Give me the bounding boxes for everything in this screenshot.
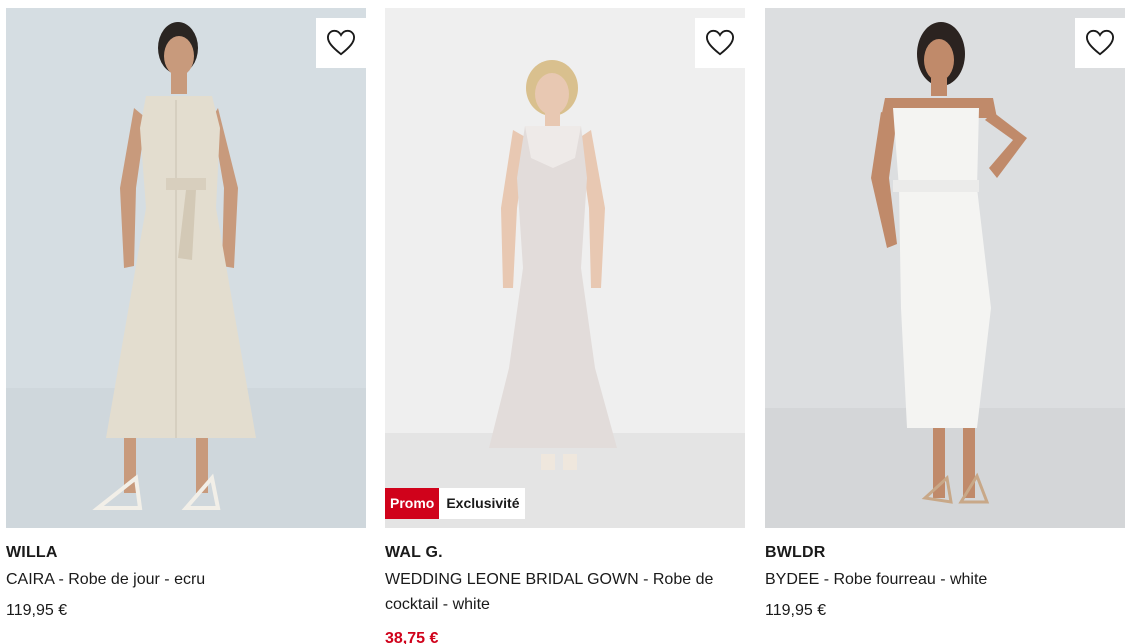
product-image[interactable] — [6, 8, 366, 528]
model-photo — [6, 8, 366, 528]
product-card[interactable]: WILLA CAIRA - Robe de jour - ecru 119,95… — [6, 8, 366, 621]
product-price: 119,95 € — [6, 602, 68, 619]
product-name[interactable]: CAIRA - Robe de jour - ecru — [6, 567, 366, 592]
product-grid: WILLA CAIRA - Robe de jour - ecru 119,95… — [0, 0, 1136, 644]
product-badges: Promo Exclusivité — [385, 488, 525, 519]
exclusive-badge: Exclusivité — [439, 488, 525, 519]
heart-outline-icon — [1085, 29, 1115, 56]
promo-badge: Promo — [385, 488, 440, 519]
product-image[interactable] — [765, 8, 1125, 528]
model-photo — [765, 8, 1125, 528]
product-price: 38,75 € — [385, 630, 439, 644]
product-image[interactable]: Promo Exclusivité — [385, 8, 745, 528]
product-brand: WILLA — [6, 544, 58, 561]
heart-outline-icon — [326, 29, 356, 56]
product-card[interactable]: BWLDR BYDEE - Robe fourreau - white 119,… — [765, 8, 1125, 621]
wishlist-button[interactable] — [1075, 18, 1125, 68]
wishlist-button[interactable] — [695, 18, 745, 68]
model-photo — [385, 8, 745, 528]
product-name[interactable]: WEDDING LEONE BRIDAL GOWN - Robe de cock… — [385, 567, 745, 617]
product-brand: BWLDR — [765, 544, 826, 561]
wishlist-button[interactable] — [316, 18, 366, 68]
product-card[interactable]: Promo Exclusivité WAL G. WEDDING LEONE B… — [385, 8, 745, 644]
heart-outline-icon — [705, 29, 735, 56]
product-price: 119,95 € — [765, 602, 827, 619]
product-name[interactable]: BYDEE - Robe fourreau - white — [765, 567, 1125, 592]
product-brand: WAL G. — [385, 544, 443, 561]
